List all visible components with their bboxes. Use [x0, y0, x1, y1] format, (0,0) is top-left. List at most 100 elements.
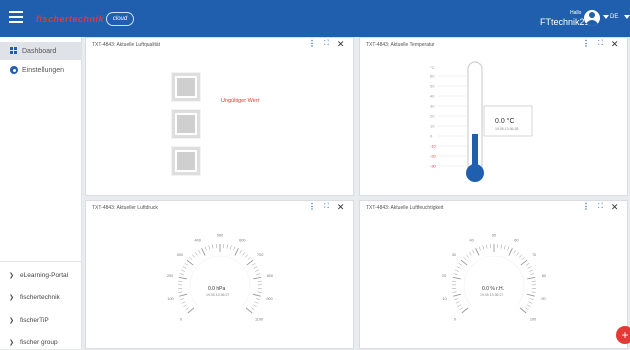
sidebar-item-label: Einstellungen	[22, 67, 64, 74]
pressure-gauge: 01002003004005006007008009001100 0.0 hPa…	[86, 201, 355, 350]
card-title: TXT-4843: Aktuelle Luftqualität	[92, 42, 160, 48]
gauge-major-tick	[188, 308, 194, 313]
humidity-value: 0.0 % r.H.	[482, 286, 504, 292]
gauge-minor-tick	[256, 298, 260, 299]
gauge-minor-tick	[457, 305, 460, 307]
gauge-minor-tick	[243, 252, 245, 255]
username[interactable]: FTtechnik21	[540, 17, 590, 27]
gauge-tick-label: 600	[239, 239, 245, 243]
gauge-tick-label: 1100	[255, 317, 263, 321]
gauge-major-tick	[187, 260, 193, 265]
sidebar-link-fischertip[interactable]: ❯ fischerTiP	[0, 313, 82, 327]
gauge-minor-tick	[456, 302, 460, 304]
gauge-minor-tick	[251, 308, 254, 310]
gauge-major-tick	[527, 294, 535, 296]
gauge-minor-tick	[452, 292, 456, 293]
gauge-minor-tick	[180, 274, 184, 275]
gauge-tick-label: 0	[180, 317, 182, 321]
gauge-tick-label: 700	[257, 253, 263, 257]
sidebar-item-dashboard[interactable]: Dashboard	[0, 42, 82, 60]
gauge-tick-label: 100	[530, 317, 536, 321]
add-widget-button[interactable]: +	[616, 326, 630, 344]
sidebar-link-fischertechnik[interactable]: ❯ fischertechnik	[0, 290, 82, 304]
air-quality-indicator-square	[172, 73, 200, 101]
user-avatar-icon[interactable]	[584, 10, 600, 26]
gauge-tick-label: 300	[177, 253, 183, 257]
temperature-card: TXT-4843: Aktuelle Temperatur ⋮ ⛶ ✕ °C 6…	[359, 37, 628, 196]
gauge-minor-tick	[209, 246, 210, 250]
gauge-major-tick	[462, 308, 468, 313]
gauge-minor-tick	[212, 245, 213, 249]
temperature-tick-label: 0	[430, 134, 433, 139]
gauge-tick-label: 900	[266, 297, 272, 301]
invalid-value-text: Ungültiger Wert	[221, 98, 259, 104]
gauge-minor-tick	[240, 250, 242, 253]
gauge-tick-label: 200	[167, 274, 173, 278]
temperature-tick-label: -20	[430, 154, 437, 159]
gauge-major-tick	[253, 277, 261, 279]
sidebar-item-settings[interactable]: Einstellungen	[0, 61, 82, 79]
thermometer-bulb	[466, 164, 484, 182]
gauge-minor-tick	[529, 270, 533, 272]
gauge-inner-arc	[190, 256, 250, 305]
gauge-inner-arc	[464, 256, 524, 305]
card-toolbar: ⋮ ⛶ ✕	[300, 39, 344, 49]
gauge-tick-label: 800	[267, 274, 273, 278]
gauge-minor-tick	[233, 247, 234, 251]
gauge-minor-tick	[227, 245, 228, 249]
sidebar-link-label: fischerTiP	[20, 317, 49, 324]
gauge-major-tick	[253, 294, 261, 296]
cloud-logo: cloud	[106, 12, 134, 26]
menu-icon[interactable]	[9, 11, 23, 23]
temperature-value: 0.0 °C	[495, 117, 515, 125]
sidebar-link-label: fischer group	[20, 339, 58, 346]
temperature-tick-label: -30	[430, 164, 437, 169]
gauge-minor-tick	[183, 305, 186, 307]
temperature-timestamp: 19.05.13:36:28	[495, 127, 518, 131]
gauge-major-tick	[453, 277, 461, 279]
gauge-minor-tick	[255, 302, 259, 304]
gauge-minor-tick	[517, 252, 519, 255]
gauge-minor-tick	[525, 308, 528, 310]
gauge-minor-tick	[198, 250, 200, 253]
gauge-minor-tick	[527, 305, 530, 307]
chevron-right-icon: ❯	[9, 339, 14, 346]
gauge-minor-tick	[530, 274, 534, 275]
language-selector[interactable]: DE	[610, 14, 618, 20]
gauge-minor-tick	[252, 263, 255, 265]
brand-wordmark: fischertechnik	[36, 14, 104, 24]
gauge-minor-tick	[532, 292, 536, 293]
gauge-minor-tick	[195, 252, 197, 255]
chevron-right-icon: ❯	[9, 317, 14, 324]
gauge-tick-label: 70	[532, 253, 536, 257]
more-options-icon[interactable]: ⋮	[308, 39, 316, 49]
gauge-minor-tick	[455, 270, 459, 272]
fullscreen-icon[interactable]: ⛶	[324, 39, 329, 49]
sidebar-link-elearning[interactable]: ❯ eLearning-Portal	[0, 268, 82, 282]
gauge-minor-tick	[501, 245, 502, 249]
gauge-tick-label: 400	[194, 239, 200, 243]
temperature-scale: 6050403020100-10-20-30	[430, 74, 466, 169]
gear-icon	[10, 66, 18, 74]
gauge-minor-tick	[530, 298, 534, 299]
brand-logo[interactable]: fischertechnik cloud	[36, 12, 134, 26]
gauge-minor-tick	[192, 255, 195, 258]
sidebar-item-label: Dashboard	[22, 48, 56, 55]
gauge-major-tick	[509, 248, 513, 255]
language-chevron-down-icon[interactable]	[624, 15, 630, 19]
gauge-minor-tick	[454, 298, 458, 299]
gauge-minor-tick	[254, 267, 258, 269]
temperature-tick-label: 10	[430, 124, 435, 129]
gauge-tick-label: 30	[452, 253, 456, 257]
gauge-minor-tick	[186, 308, 189, 310]
close-icon[interactable]: ✕	[337, 39, 345, 49]
gauge-minor-tick	[245, 255, 248, 258]
gauge-minor-tick	[526, 263, 529, 265]
temperature-tick-label: -10	[430, 144, 437, 149]
gauge-minor-tick	[457, 267, 461, 269]
temperature-tick-label: 50	[430, 84, 435, 89]
gauge-major-tick	[521, 260, 527, 265]
sidebar-link-fischer-group[interactable]: ❯ fischer group	[0, 335, 82, 349]
sidebar-link-label: eLearning-Portal	[20, 272, 68, 279]
user-menu-chevron-down-icon[interactable]	[603, 15, 609, 19]
